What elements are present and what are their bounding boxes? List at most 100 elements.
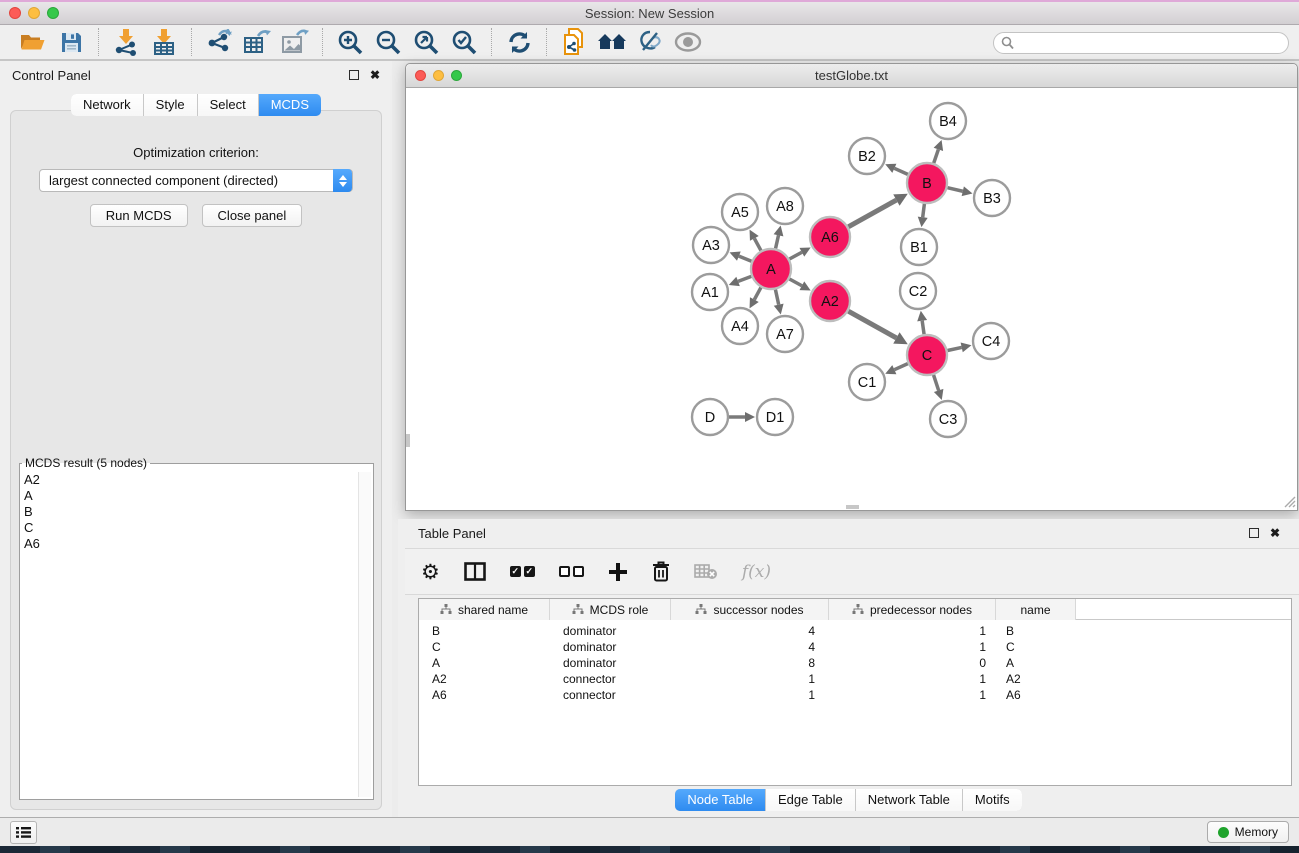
- save-session-button[interactable]: [52, 27, 90, 57]
- table-cell[interactable]: A: [996, 656, 1076, 670]
- edge-A-A7[interactable]: [774, 290, 784, 315]
- edge-A-A2[interactable]: [789, 279, 810, 290]
- edge-A-A5[interactable]: [750, 230, 761, 251]
- tab-network-table[interactable]: Network Table: [856, 789, 963, 811]
- memory-button[interactable]: Memory: [1207, 821, 1289, 843]
- column-header-successor-nodes[interactable]: successor nodes: [671, 599, 829, 620]
- split-panel-button[interactable]: [464, 557, 486, 587]
- edge-A-A1[interactable]: [729, 276, 752, 286]
- mcds-result-item[interactable]: B: [24, 504, 357, 520]
- zoom-fit-button[interactable]: [407, 27, 445, 57]
- tab-network[interactable]: Network: [71, 94, 144, 116]
- table-cell[interactable]: dominator: [550, 640, 671, 654]
- network-canvas[interactable]: B4B2BB3A8A5A6A3B1AC2A1A2A4A7C4CC1C3DD1: [406, 88, 1297, 509]
- table-cell[interactable]: 4: [671, 624, 829, 638]
- refresh-view-button[interactable]: [500, 27, 538, 57]
- table-cell[interactable]: 1: [829, 672, 996, 686]
- select-all-rows-button[interactable]: ✓✓: [510, 557, 535, 587]
- edge-C-C3[interactable]: [934, 375, 944, 400]
- resize-grip-icon[interactable]: [1284, 496, 1296, 508]
- edge-C-C4[interactable]: [948, 343, 972, 353]
- table-cell[interactable]: 8: [671, 656, 829, 670]
- network-window-titlebar[interactable]: testGlobe.txt: [406, 64, 1297, 88]
- graph-node-B2[interactable]: B2: [849, 138, 885, 174]
- table-cell[interactable]: A6: [996, 688, 1076, 702]
- table-cell[interactable]: 1: [671, 672, 829, 686]
- import-table-button[interactable]: [145, 27, 183, 57]
- edge-B-B2[interactable]: [885, 164, 908, 175]
- graph-node-C2[interactable]: C2: [900, 273, 936, 309]
- edge-A6-B[interactable]: [848, 194, 907, 227]
- tab-mcds[interactable]: MCDS: [259, 94, 321, 116]
- console-button[interactable]: [10, 821, 37, 844]
- deselect-all-rows-button[interactable]: [559, 557, 584, 587]
- table-cell[interactable]: 1: [829, 640, 996, 654]
- edge-A-A3[interactable]: [730, 251, 752, 261]
- tab-motifs[interactable]: Motifs: [963, 789, 1022, 811]
- mcds-result-item[interactable]: A2: [24, 472, 357, 488]
- zoom-out-button[interactable]: [369, 27, 407, 57]
- graph-node-B4[interactable]: B4: [930, 103, 966, 139]
- clone-network-button[interactable]: [555, 27, 593, 57]
- column-header-mcds-role[interactable]: MCDS role: [550, 599, 671, 620]
- table-cell[interactable]: A6: [419, 688, 550, 702]
- graph-node-A6[interactable]: A6: [810, 217, 850, 257]
- graph-node-A5[interactable]: A5: [722, 194, 758, 230]
- tab-node-table[interactable]: Node Table: [675, 789, 766, 811]
- zoom-in-button[interactable]: [331, 27, 369, 57]
- graph-node-B[interactable]: B: [907, 163, 947, 203]
- zoom-selected-button[interactable]: [445, 27, 483, 57]
- import-network-button[interactable]: [107, 27, 145, 57]
- table-cell[interactable]: C: [419, 640, 550, 654]
- table-cell[interactable]: dominator: [550, 624, 671, 638]
- table-row[interactable]: A6connector11A6: [419, 687, 1291, 703]
- edge-B-B1[interactable]: [918, 204, 928, 227]
- graph-node-C4[interactable]: C4: [973, 323, 1009, 359]
- graph-node-A3[interactable]: A3: [693, 227, 729, 263]
- column-header-name[interactable]: name: [996, 599, 1076, 620]
- graph-node-C3[interactable]: C3: [930, 401, 966, 437]
- edge-A-A8[interactable]: [774, 226, 784, 249]
- edge-A2-C[interactable]: [848, 311, 907, 344]
- graph-node-C1[interactable]: C1: [849, 364, 885, 400]
- graph-node-A2[interactable]: A2: [810, 281, 850, 321]
- delete-table-button[interactable]: [694, 557, 718, 587]
- float-table-panel-icon[interactable]: [1249, 528, 1259, 538]
- table-cell[interactable]: A: [419, 656, 550, 670]
- table-row[interactable]: A2connector11A2: [419, 671, 1291, 687]
- close-panel-icon[interactable]: ✖: [370, 70, 380, 80]
- tab-edge-table[interactable]: Edge Table: [766, 789, 856, 811]
- graph-node-A[interactable]: A: [751, 249, 791, 289]
- tab-select[interactable]: Select: [198, 94, 259, 116]
- function-builder-button[interactable]: f(x): [742, 557, 771, 587]
- mcds-result-item[interactable]: C: [24, 520, 357, 536]
- table-cell[interactable]: C: [996, 640, 1076, 654]
- export-network-button[interactable]: [200, 27, 238, 57]
- delete-column-button[interactable]: [652, 557, 670, 587]
- graph-node-A1[interactable]: A1: [692, 274, 728, 310]
- table-row[interactable]: Adominator80A: [419, 655, 1291, 671]
- table-cell[interactable]: A2: [419, 672, 550, 686]
- horizontal-scroll-thumb[interactable]: [846, 505, 859, 509]
- edge-D-D1[interactable]: [729, 412, 755, 422]
- open-session-button[interactable]: [14, 27, 52, 57]
- graph-node-A7[interactable]: A7: [767, 316, 803, 352]
- edge-A-A6[interactable]: [789, 247, 810, 258]
- vertical-scroll-thumb[interactable]: [406, 434, 410, 447]
- graph-node-D1[interactable]: D1: [757, 399, 793, 435]
- table-cell[interactable]: dominator: [550, 656, 671, 670]
- mcds-result-scrollbar[interactable]: [358, 472, 371, 797]
- graph-node-A4[interactable]: A4: [722, 308, 758, 344]
- tab-style[interactable]: Style: [144, 94, 198, 116]
- edge-C-C2[interactable]: [917, 311, 927, 334]
- toggle-visibility-button[interactable]: [669, 27, 707, 57]
- graph-node-D[interactable]: D: [692, 399, 728, 435]
- table-cell[interactable]: 1: [829, 624, 996, 638]
- hide-graphics-details-button[interactable]: [631, 27, 669, 57]
- table-cell[interactable]: connector: [550, 688, 671, 702]
- table-cell[interactable]: 1: [829, 688, 996, 702]
- close-panel-button[interactable]: Close panel: [202, 204, 303, 227]
- edge-A-A4[interactable]: [750, 287, 761, 308]
- table-row[interactable]: Bdominator41B: [419, 623, 1291, 639]
- close-table-panel-icon[interactable]: ✖: [1270, 528, 1280, 538]
